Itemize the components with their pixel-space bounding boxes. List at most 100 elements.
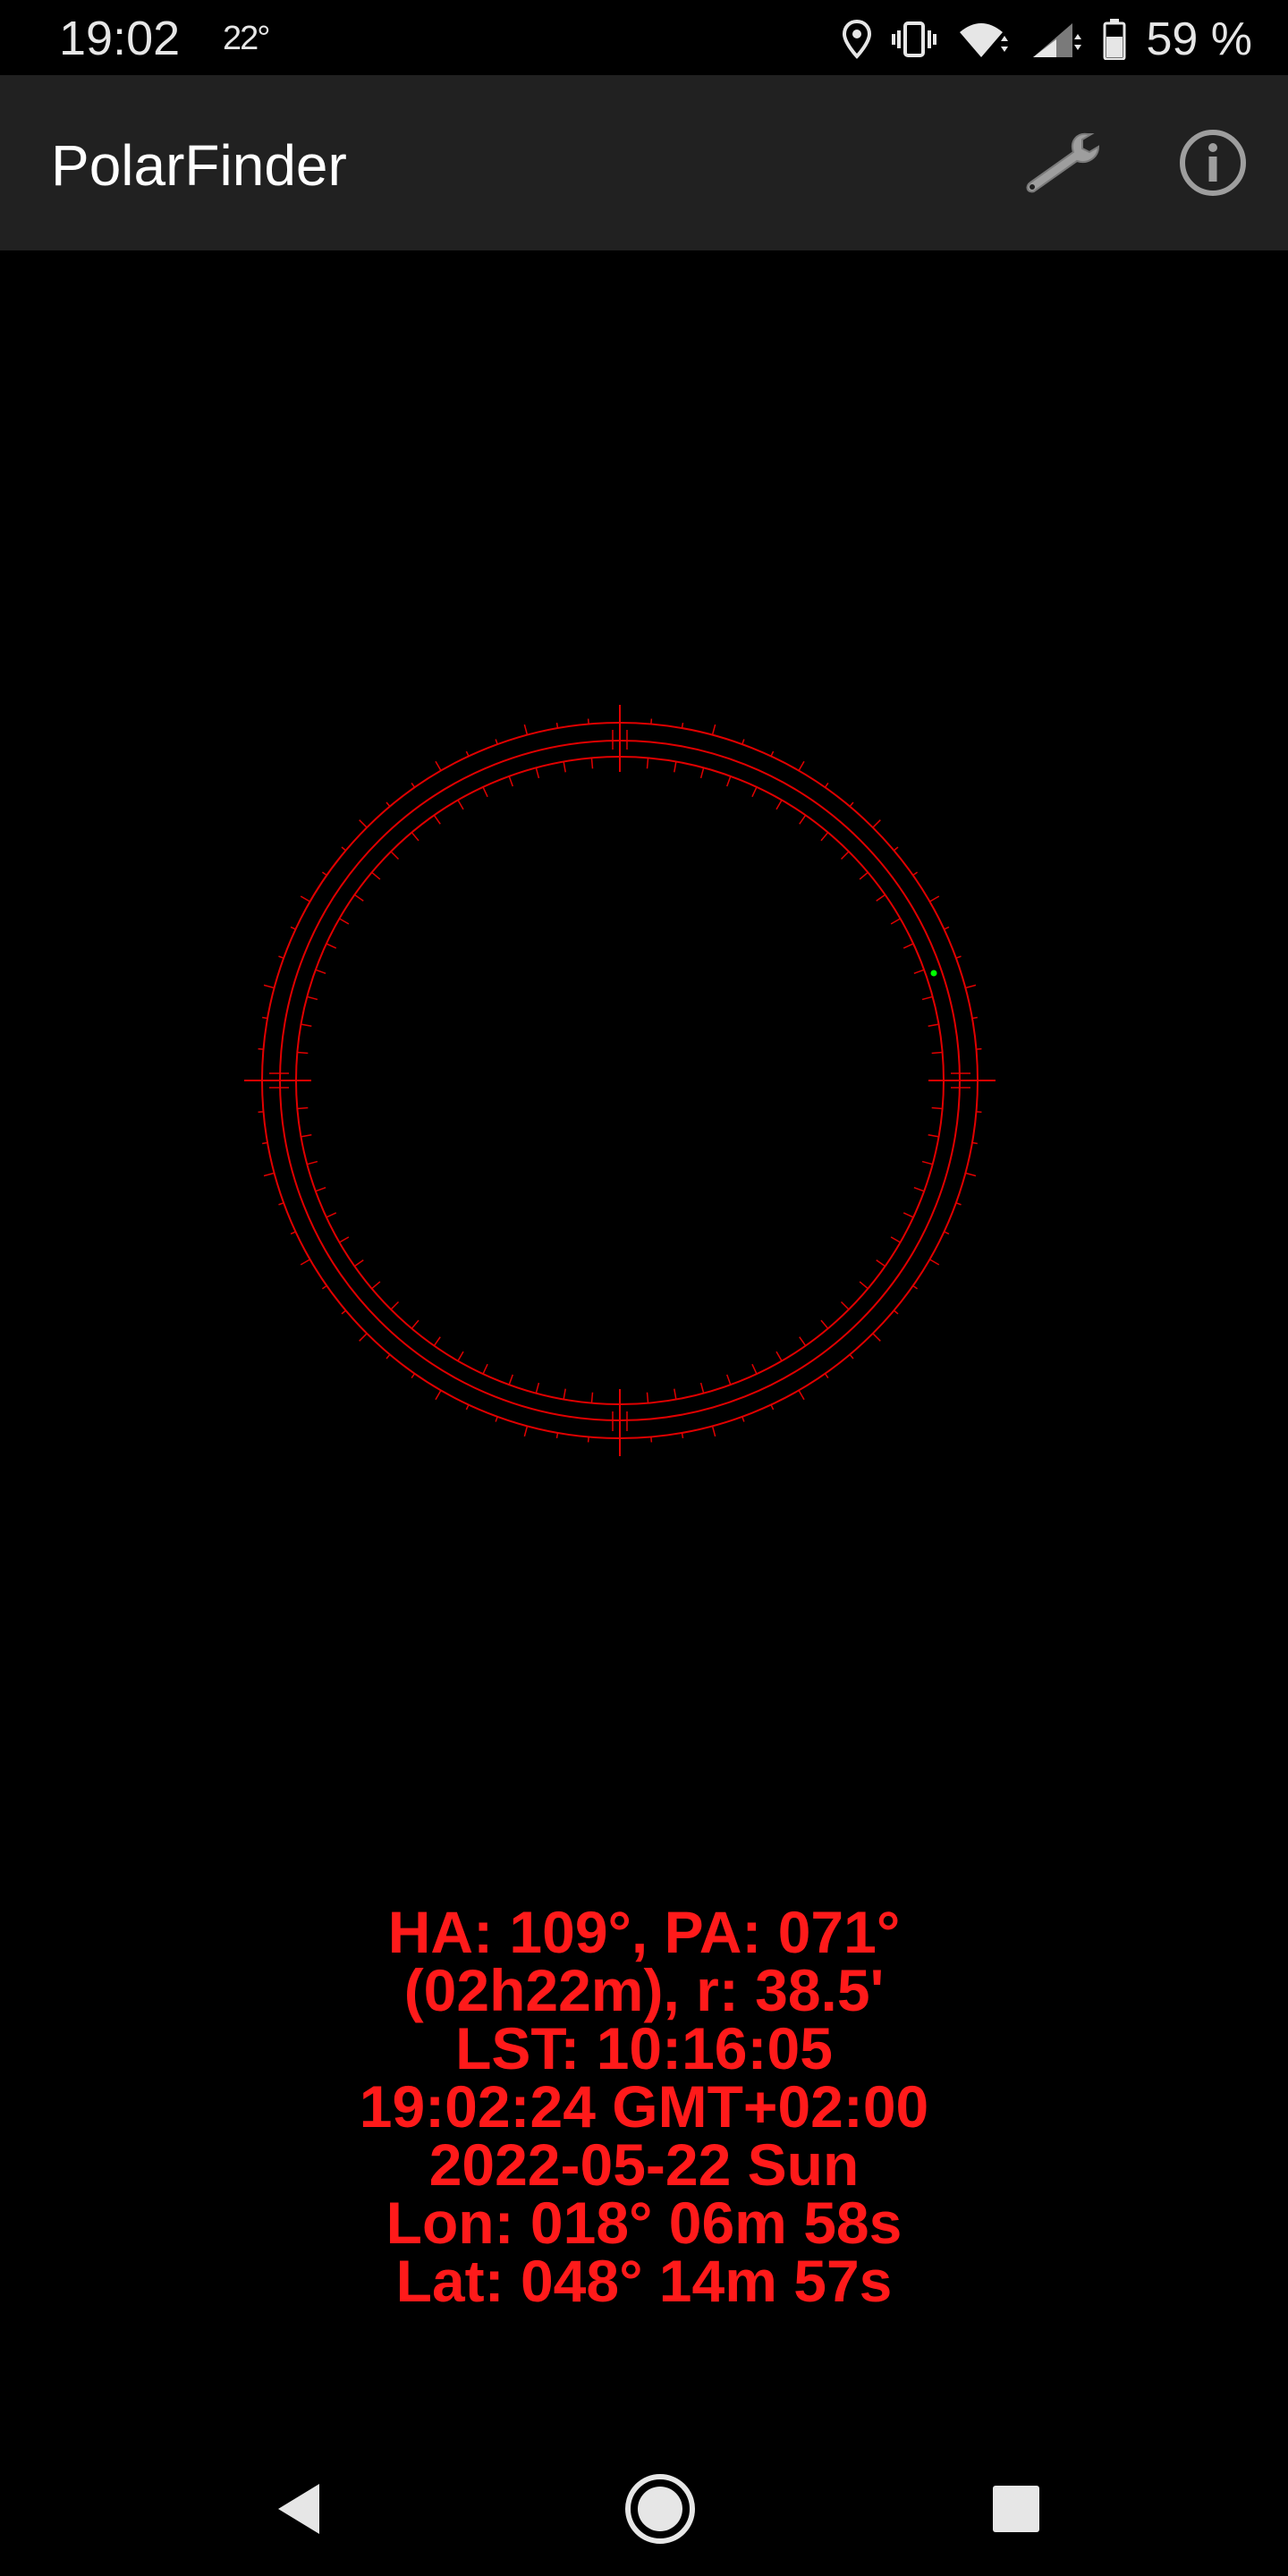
settings-button[interactable] — [1018, 118, 1107, 208]
reticle-tick — [359, 819, 368, 828]
reticle-tick — [876, 1259, 886, 1267]
reticle-tick — [508, 1374, 513, 1385]
reticle-tick — [435, 760, 442, 771]
reticle-tick — [300, 1258, 310, 1266]
reticle-tick — [354, 1259, 364, 1267]
readout-local-time: 19:02:24 GMT+02:00 — [359, 2073, 929, 2140]
reticle-tick — [263, 1172, 275, 1177]
reticle-tick — [457, 1351, 464, 1361]
reticle-tick — [411, 1319, 419, 1329]
reticle-tick — [290, 1231, 296, 1235]
reticle-tick — [872, 1333, 881, 1342]
reticle-tick — [775, 800, 783, 810]
reticle-tick — [435, 1390, 442, 1401]
reticle-tick — [262, 1141, 268, 1145]
reticle-tick — [482, 786, 488, 798]
reticle-tick — [699, 767, 705, 779]
app-title: PolarFinder — [51, 133, 347, 198]
reticle-tick — [650, 718, 653, 724]
reticle-tick — [674, 761, 677, 773]
reticle-tick — [799, 815, 807, 825]
battery-icon — [1103, 19, 1126, 60]
home-button[interactable] — [606, 2460, 714, 2558]
vibrate-icon — [892, 20, 937, 59]
reticle-tick — [921, 996, 933, 1001]
reticle-tick — [929, 895, 940, 902]
reticle-tick — [258, 1047, 264, 1050]
reticle-tick — [563, 1388, 566, 1400]
reticle-tick — [944, 1231, 950, 1235]
status-icons: 59 % — [842, 13, 1252, 66]
info-icon — [1180, 130, 1246, 196]
reticle-tick — [711, 724, 716, 735]
reticle-tick — [902, 943, 914, 949]
reticle-tick — [390, 1301, 400, 1310]
app-bar: PolarFinder — [0, 75, 1288, 250]
reticle-tick — [262, 1016, 268, 1020]
reticle-tick — [307, 1160, 318, 1165]
reticle-tick — [820, 1319, 829, 1329]
readout-longitude: Lon: 018° 06m 58s — [386, 2190, 902, 2256]
recents-button[interactable] — [962, 2460, 1070, 2558]
reticle-tick — [726, 775, 732, 787]
reticle-tick — [902, 1212, 914, 1218]
reticle-tick — [859, 1281, 869, 1290]
wrench-icon — [1026, 132, 1100, 193]
reticle-tick — [929, 1258, 940, 1266]
reticle-tick — [775, 1351, 783, 1361]
reticle-tick — [495, 739, 498, 745]
reticle-tick — [495, 1416, 498, 1422]
status-temperature: 22° — [223, 20, 270, 57]
reticle-tick — [913, 969, 925, 974]
reticle-tick — [482, 1363, 488, 1375]
reticle-tick — [341, 1309, 347, 1315]
reticle-tick — [912, 871, 919, 877]
info-button[interactable] — [1168, 118, 1258, 208]
readout-date: 2022-05-22 Sun — [428, 2131, 860, 2198]
reticle-tick — [931, 1051, 943, 1055]
wifi-icon — [956, 20, 1010, 59]
reticle-tick — [824, 782, 829, 788]
reticle-tick — [535, 767, 540, 779]
reticle-tick — [315, 969, 326, 974]
reticle-tick — [326, 943, 337, 949]
navigation-bar — [0, 2442, 1288, 2576]
reticle-tick — [339, 1236, 350, 1243]
reticle-tick — [290, 926, 296, 930]
reticle-tick — [751, 1363, 758, 1375]
reticle-tick — [590, 1392, 594, 1403]
reticle-tick — [523, 724, 529, 735]
reticle-tick — [849, 801, 854, 808]
reticle-tick — [563, 761, 566, 773]
reticle-tick — [741, 739, 745, 745]
reticle-tick — [535, 1382, 540, 1394]
reticle-tick — [278, 955, 284, 959]
back-button[interactable] — [246, 2460, 353, 2558]
reticle-tick — [893, 846, 899, 852]
reticle-tick — [433, 815, 441, 825]
reticle-tick — [354, 894, 364, 902]
reticle-tick — [674, 1388, 677, 1400]
reticle-tick — [321, 871, 327, 877]
reticle-tick — [976, 1047, 982, 1050]
reticle-tick — [820, 832, 829, 842]
reticle-tick — [955, 955, 962, 959]
reticle-tick — [301, 1134, 312, 1138]
readout-lst: LST: 10:16:05 — [455, 2015, 833, 2081]
reticle-tick — [341, 846, 347, 852]
polaris-marker — [930, 970, 937, 977]
reticle-tick — [944, 926, 950, 930]
reticle-tick — [590, 758, 594, 769]
readout-latitude: Lat: 048° 14m 57s — [395, 2248, 893, 2314]
reticle-tick — [315, 1187, 326, 1192]
reticle-tick — [751, 786, 758, 798]
reticle-tick — [971, 1141, 978, 1145]
polar-scope-reticle — [0, 250, 1288, 1860]
reticle-tick — [411, 1373, 416, 1379]
reticle-tick — [411, 782, 416, 788]
reticle-tick — [971, 1016, 978, 1020]
reticle-tick — [263, 984, 275, 989]
reticle-tick — [307, 996, 318, 1001]
reticle-tick — [297, 1051, 309, 1055]
reticle-tick — [508, 775, 513, 787]
